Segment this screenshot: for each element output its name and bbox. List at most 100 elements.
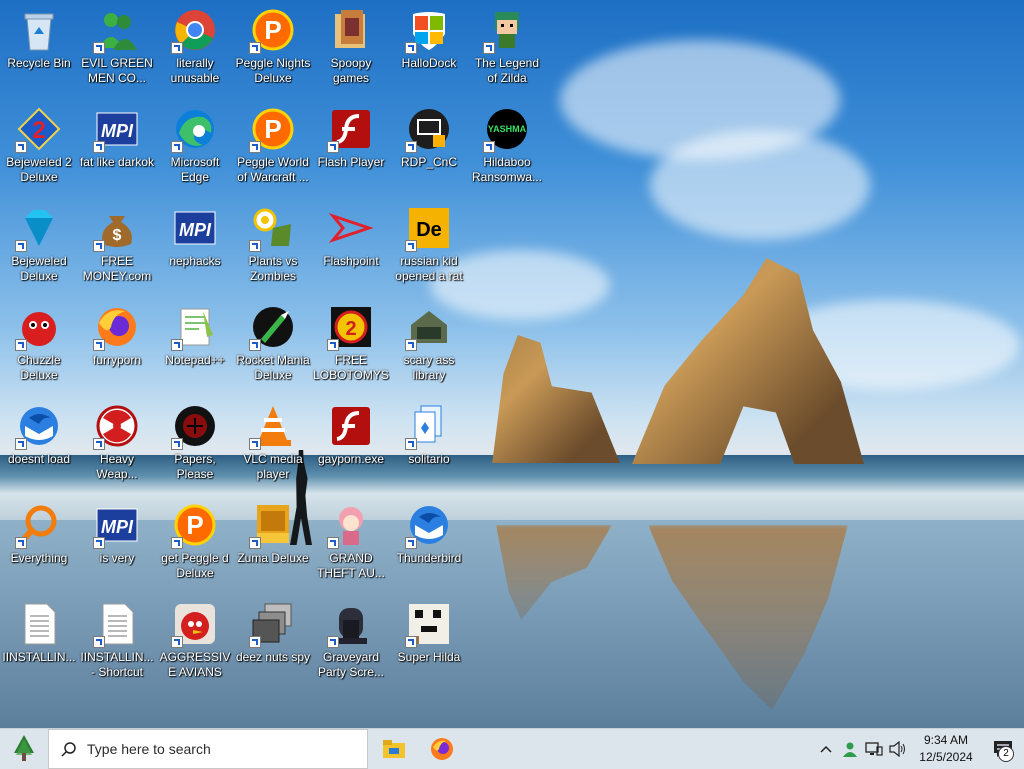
shortcut-arrow-icon <box>171 537 183 549</box>
taskbar-firefox[interactable] <box>418 729 466 769</box>
desktop-icon[interactable]: Flash Player <box>313 101 389 197</box>
clock[interactable]: 9:34 AM 12/5/2024 <box>910 732 982 766</box>
bejeweled2-icon: 2 <box>15 105 63 153</box>
chrome-icon <box>171 6 219 54</box>
desktop-icon[interactable]: deez nuts spy <box>235 596 311 692</box>
user-status-icon[interactable] <box>838 729 862 769</box>
search-icon <box>61 742 76 757</box>
radiation-icon <box>93 402 141 450</box>
desktop-icon[interactable]: Rocket Mania Deluxe <box>235 299 311 395</box>
shortcut-arrow-icon <box>483 42 495 54</box>
shortcut-arrow-icon <box>171 42 183 54</box>
desktop-icon[interactable]: Zuma Deluxe <box>235 497 311 593</box>
desktop-icon[interactable]: P Peggle World of Warcraft ... <box>235 101 311 197</box>
stack-icon <box>249 600 297 648</box>
shortcut-arrow-icon <box>249 240 261 252</box>
desktop-icon[interactable]: Thunderbird <box>391 497 467 593</box>
desktop-icon[interactable]: Papers, Please <box>157 398 233 494</box>
desktop-icon[interactable]: De russian kid opened a rat <box>391 200 467 296</box>
shortcut-arrow-icon <box>171 636 183 648</box>
pixel-art-icon <box>405 600 453 648</box>
desktop-icon[interactable]: VLC media player <box>235 398 311 494</box>
library-icon <box>405 303 453 351</box>
desktop-icon-label: Papers, Please <box>174 452 216 481</box>
notification-center-button[interactable]: 2 <box>982 729 1024 769</box>
desktop-icon[interactable]: $ FREE MONEY.com <box>79 200 155 296</box>
desktop-icon[interactable]: Chuzzle Deluxe <box>1 299 77 395</box>
desktop-icon[interactable]: Notepad++ <box>157 299 233 395</box>
notepadpp-icon <box>171 303 219 351</box>
shortcut-arrow-icon <box>249 339 261 351</box>
tree-icon <box>14 735 34 761</box>
desktop-icon[interactable]: MPI is very <box>79 497 155 593</box>
desktop-icon-label: IINSTALLIN... <box>2 650 76 664</box>
svg-text:De: De <box>416 219 442 241</box>
thunderbird-icon <box>15 402 63 450</box>
desktop-icon[interactable]: 2 FREE LOBOTOMYS <box>313 299 389 395</box>
desktop-icon[interactable]: Graveyard Party Scre... <box>313 596 389 692</box>
svg-text:P: P <box>186 510 203 540</box>
svg-text:MPI: MPI <box>101 517 134 537</box>
shortcut-arrow-icon <box>483 141 495 153</box>
notification-count-badge: 2 <box>998 746 1014 762</box>
desktop-icon[interactable]: GRAND THEFT AU... <box>313 497 389 593</box>
clock-time: 9:34 AM <box>923 733 969 747</box>
desktop-icon[interactable]: Spoopy games <box>313 2 389 98</box>
anime-girl-icon <box>327 501 375 549</box>
desktop-icon-label: doesnt load <box>7 452 71 466</box>
desktop-icon-label: Flashpoint <box>323 254 379 268</box>
desktop-icon[interactable]: Pget Peggle d Deluxe <box>157 497 233 593</box>
desktop-icon-label: Zuma Deluxe <box>237 551 309 565</box>
desktop-icon[interactable]: Heavy Weap... <box>79 398 155 494</box>
desktop-icon[interactable]: YASHMA Hildaboo Ransomwa... <box>469 101 545 197</box>
desktop-icon-label: Plants vs Zombies <box>248 254 298 283</box>
shortcut-arrow-icon <box>93 141 105 153</box>
desktop-icon[interactable]: solitario <box>391 398 467 494</box>
desktop-icon[interactable]: literally unusable <box>157 2 233 98</box>
desktop-icon[interactable]: Flashpoint <box>313 200 389 296</box>
desktop-icon[interactable]: AGGRESSIVE AVIANS <box>157 596 233 692</box>
desktop-icon[interactable]: EVIL GREEN MEN CO... <box>79 2 155 98</box>
search-box[interactable]: Type here to search <box>48 729 368 769</box>
svg-text:MPI: MPI <box>179 220 212 240</box>
desktop-icon[interactable]: RDP_CnC <box>391 101 467 197</box>
desktop-icon[interactable]: Microsoft Edge <box>157 101 233 197</box>
show-hidden-icons-chevron-icon[interactable] <box>814 729 838 769</box>
desktop-icon[interactable]: MPI nephacks <box>157 200 233 296</box>
peggle-icon: P <box>171 501 219 549</box>
desktop-icon[interactable]: P Peggle Nights Deluxe <box>235 2 311 98</box>
desktop-icon-label: Bejeweled Deluxe <box>11 254 67 283</box>
desktop-icon[interactable]: 2 Bejeweled 2 Deluxe <box>1 101 77 197</box>
desktop-icon-label: RDP_CnC <box>400 155 457 169</box>
flash-icon <box>327 402 375 450</box>
desktop-icon[interactable]: IINSTALLIN... <box>1 596 77 692</box>
desktop-icon[interactable]: HalloDock <box>391 2 467 98</box>
desktop-icon[interactable]: scary ass library <box>391 299 467 395</box>
desktop-icon[interactable]: Everything <box>1 497 77 593</box>
desktop-icon[interactable]: Recycle Bin <box>1 2 77 98</box>
shortcut-arrow-icon <box>405 240 417 252</box>
desktop-icon[interactable]: Super Hilda <box>391 596 467 692</box>
desktop-icon[interactable]: Plants vs Zombies <box>235 200 311 296</box>
desktop-icon[interactable]: Bejeweled Deluxe <box>1 200 77 296</box>
start-button[interactable] <box>0 729 48 769</box>
taskbar-file-explorer[interactable] <box>370 729 418 769</box>
desktop-icon-label: deez nuts spy <box>235 650 311 664</box>
network-icon[interactable] <box>862 729 886 769</box>
desktop-icon[interactable]: doesnt load <box>1 398 77 494</box>
green-men-icon <box>93 6 141 54</box>
shortcut-arrow-icon <box>405 537 417 549</box>
desktop-icon[interactable]: furryporn <box>79 299 155 395</box>
desktop-icon-label: gayporn.exe <box>317 452 385 466</box>
desktop-icon-label: Peggle Nights Deluxe <box>235 56 311 85</box>
desktop-icon-label: Super Hilda <box>397 650 461 664</box>
angry-bird-icon <box>171 600 219 648</box>
zelda-icon <box>483 6 531 54</box>
desktop-icon[interactable]: IINSTALLIN... - Shortcut <box>79 596 155 692</box>
desktop-icon[interactable]: gayporn.exe <box>313 398 389 494</box>
plants-vs-zombies-icon <box>249 204 297 252</box>
desktop-icon[interactable]: The Legend of Zilda <box>469 2 545 98</box>
desktop-icon[interactable]: MPI fat like darkok <box>79 101 155 197</box>
shortcut-arrow-icon <box>93 240 105 252</box>
volume-icon[interactable] <box>886 729 910 769</box>
